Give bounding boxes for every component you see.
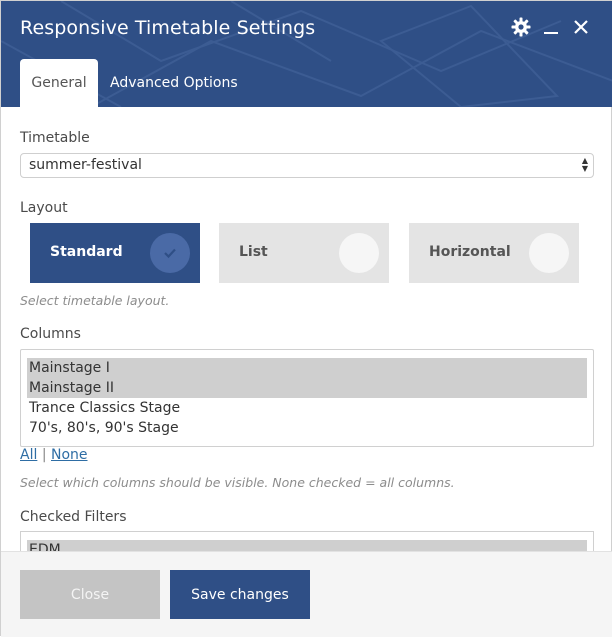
- list-item[interactable]: Mainstage I: [27, 358, 587, 378]
- layout-option-label: Standard: [50, 244, 123, 260]
- dialog-title: Responsive Timetable Settings: [20, 17, 316, 39]
- dialog-footer: Close Save changes: [1, 551, 612, 637]
- list-item[interactable]: Trance Classics Stage: [27, 398, 587, 418]
- columns-label: Columns: [20, 326, 81, 342]
- checked-filters-listbox[interactable]: EDM: [20, 531, 594, 551]
- minimize-button[interactable]: [539, 17, 563, 41]
- column-select-links: All | None: [20, 447, 88, 463]
- tab-advanced-options[interactable]: Advanced Options: [110, 59, 238, 107]
- select-all-link[interactable]: All: [20, 447, 37, 463]
- layout-radio: [339, 233, 379, 273]
- layout-option-list[interactable]: List: [219, 223, 389, 283]
- list-item[interactable]: 70's, 80's, 90's Stage: [27, 418, 587, 438]
- close-button[interactable]: Close: [20, 570, 160, 619]
- close-dialog-button[interactable]: [569, 17, 593, 41]
- layout-radio: [529, 233, 569, 273]
- columns-listbox[interactable]: Mainstage I Mainstage II Trance Classics…: [20, 349, 594, 447]
- timetable-selected-value: summer-festival: [29, 157, 142, 173]
- gear-icon: [511, 17, 531, 41]
- close-icon: [572, 18, 590, 40]
- timetable-select[interactable]: summer-festival ▲ ▼: [20, 153, 594, 178]
- columns-help-text: Select which columns should be visible. …: [20, 475, 455, 490]
- layout-label: Layout: [20, 200, 68, 216]
- select-arrows-icon: ▲ ▼: [581, 156, 588, 173]
- layout-help-text: Select timetable layout.: [20, 293, 170, 308]
- tab-general[interactable]: General: [20, 59, 98, 107]
- layout-radio: [150, 233, 190, 273]
- checked-filters-label: Checked Filters: [20, 509, 127, 525]
- save-changes-button[interactable]: Save changes: [170, 570, 310, 619]
- link-separator: |: [41, 447, 47, 463]
- dialog-header: Responsive Timetable Settings General Ad…: [1, 1, 612, 107]
- layout-option-standard[interactable]: Standard: [30, 223, 200, 283]
- list-item[interactable]: EDM: [27, 540, 587, 551]
- settings-button[interactable]: [509, 17, 533, 41]
- settings-dialog: Responsive Timetable Settings General Ad…: [0, 0, 612, 637]
- select-none-link[interactable]: None: [51, 447, 88, 463]
- checkmark-icon: [164, 248, 176, 259]
- minimize-icon: [542, 17, 560, 41]
- list-item[interactable]: Mainstage II: [27, 378, 587, 398]
- layout-option-horizontal[interactable]: Horizontal: [409, 223, 579, 283]
- timetable-label: Timetable: [20, 130, 90, 146]
- layout-option-label: Horizontal: [429, 244, 511, 260]
- dialog-body: Timetable summer-festival ▲ ▼ Layout Stan…: [1, 107, 612, 551]
- layout-option-label: List: [239, 244, 268, 260]
